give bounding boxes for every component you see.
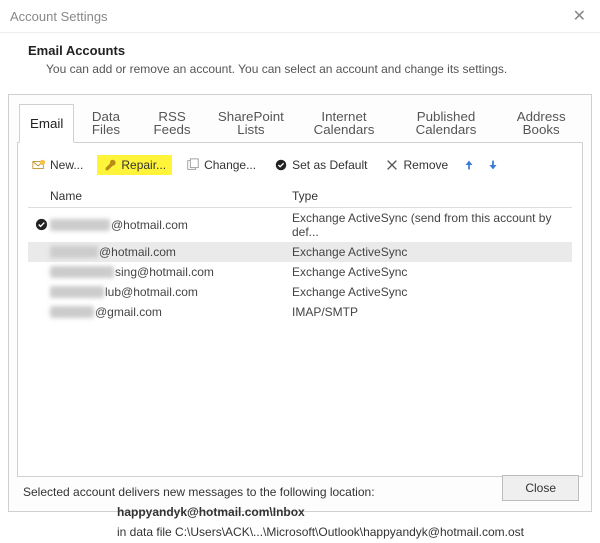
- remove-button[interactable]: Remove: [381, 156, 452, 174]
- account-name: @hotmail.com: [50, 218, 292, 232]
- wrench-icon: [103, 158, 117, 172]
- account-type: Exchange ActiveSync: [292, 245, 572, 259]
- account-type: IMAP/SMTP: [292, 305, 572, 319]
- account-name: sing@hotmail.com: [50, 265, 292, 279]
- table-row[interactable]: lub@hotmail.com Exchange ActiveSync: [28, 282, 572, 302]
- change-button-label: Change...: [204, 158, 256, 172]
- tab-sharepoint-lists[interactable]: SharePoint Lists: [207, 104, 296, 143]
- repair-button-label: Repair...: [121, 158, 166, 172]
- change-icon: [186, 158, 200, 172]
- new-button-label: New...: [50, 158, 83, 172]
- account-name: lub@hotmail.com: [50, 285, 292, 299]
- change-button[interactable]: Change...: [182, 156, 260, 174]
- account-type: Exchange ActiveSync: [292, 285, 572, 299]
- close-button[interactable]: Close: [502, 475, 579, 501]
- move-down-button[interactable]: [486, 156, 500, 174]
- close-icon: ✕: [573, 8, 586, 25]
- arrow-up-icon: [462, 158, 476, 172]
- repair-button[interactable]: Repair...: [97, 155, 172, 175]
- accounts-table-header: Name Type: [28, 185, 572, 208]
- set-default-button[interactable]: Set as Default: [270, 156, 371, 174]
- table-row[interactable]: @hotmail.com Exchange ActiveSync (send f…: [28, 208, 572, 242]
- page-title: Email Accounts: [28, 43, 572, 58]
- tab-address-books[interactable]: Address Books: [499, 104, 583, 143]
- move-up-button[interactable]: [462, 156, 476, 174]
- remove-button-label: Remove: [403, 158, 448, 172]
- column-type-header[interactable]: Type: [292, 189, 572, 203]
- new-button[interactable]: New...: [28, 156, 87, 174]
- page-subtitle: You can add or remove an account. You ca…: [46, 62, 572, 76]
- delivery-data-file: in data file C:\Users\ACK\...\Microsoft\…: [23, 522, 577, 542]
- window-title: Account Settings: [10, 9, 108, 24]
- account-type: Exchange ActiveSync (send from this acco…: [292, 211, 572, 239]
- set-default-button-label: Set as Default: [292, 158, 367, 172]
- account-name: @gmail.com: [50, 305, 292, 319]
- tab-data-files[interactable]: Data Files: [74, 104, 137, 143]
- tab-internet-calendars[interactable]: Internet Calendars: [295, 104, 392, 143]
- delivery-info-line1: Selected account delivers new messages t…: [23, 485, 375, 499]
- tab-published-calendars[interactable]: Published Calendars: [393, 104, 500, 143]
- content-frame: Email Data Files RSS Feeds SharePoint Li…: [8, 94, 592, 512]
- accounts-table-body: @hotmail.com Exchange ActiveSync (send f…: [28, 208, 572, 322]
- tab-strip: Email Data Files RSS Feeds SharePoint Li…: [19, 103, 583, 142]
- table-row[interactable]: @gmail.com IMAP/SMTP: [28, 302, 572, 322]
- title-bar: Account Settings ✕: [0, 0, 600, 33]
- toolbar: New... Repair... Change... Set as Defaul…: [28, 153, 572, 185]
- header-block: Email Accounts You can add or remove an …: [0, 33, 600, 94]
- account-name: @hotmail.com: [50, 245, 292, 259]
- table-row[interactable]: @hotmail.com Exchange ActiveSync: [28, 242, 572, 262]
- new-mail-icon: [32, 158, 46, 172]
- column-name-header[interactable]: Name: [32, 189, 292, 203]
- check-circle-icon: [274, 158, 288, 172]
- tab-panel-email: New... Repair... Change... Set as Defaul…: [17, 142, 583, 477]
- remove-icon: [385, 158, 399, 172]
- tab-email[interactable]: Email: [19, 104, 74, 143]
- arrow-down-icon: [486, 158, 500, 172]
- delivery-info: Selected account delivers new messages t…: [17, 477, 583, 543]
- dialog-footer: Close: [502, 475, 579, 501]
- window-close-button[interactable]: ✕: [569, 6, 590, 26]
- account-type: Exchange ActiveSync: [292, 265, 572, 279]
- check-circle-icon: [35, 218, 48, 231]
- tab-rss-feeds[interactable]: RSS Feeds: [138, 104, 207, 143]
- delivery-location: happyandyk@hotmail.com\Inbox: [23, 502, 577, 522]
- default-marker: [32, 218, 50, 231]
- table-row[interactable]: sing@hotmail.com Exchange ActiveSync: [28, 262, 572, 282]
